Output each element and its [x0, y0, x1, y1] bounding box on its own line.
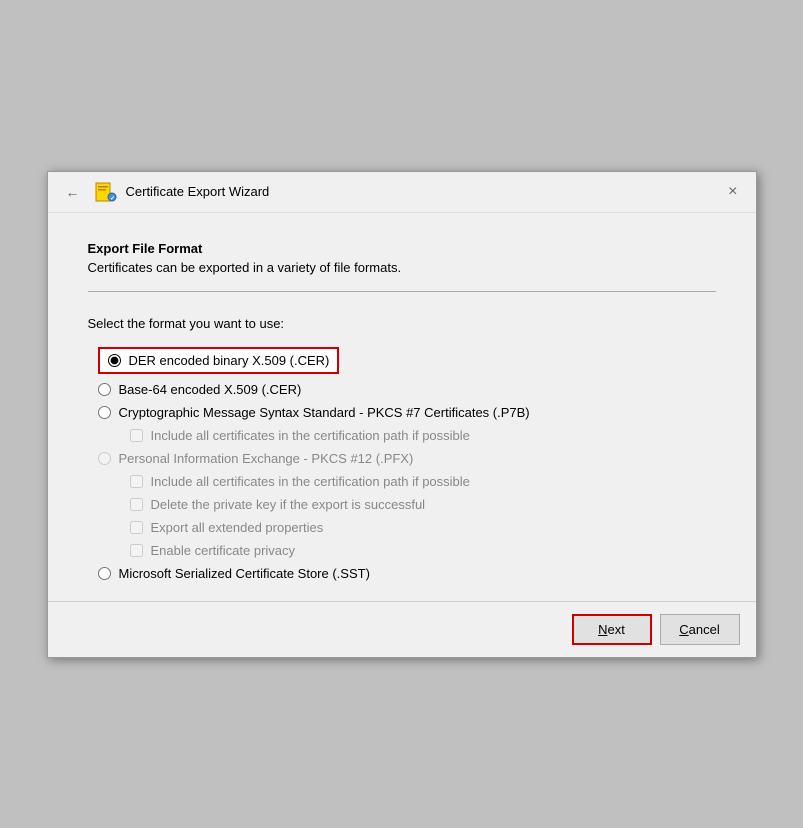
main-content: Export File Format Certificates can be e…: [48, 213, 756, 601]
label-pfx: Personal Information Exchange - PKCS #12…: [119, 451, 414, 466]
checkbox-pfx-delete-key: [130, 498, 143, 511]
title-bar-left: ← ✓ Certificate Export Wizard: [60, 180, 270, 204]
option-pfx-privacy: Enable certificate privacy: [98, 543, 716, 558]
checkbox-pfx-privacy: [130, 544, 143, 557]
checkbox-pfx-extended: [130, 521, 143, 534]
format-options: DER encoded binary X.509 (.CER) Base-64 …: [88, 347, 716, 581]
divider: [88, 291, 716, 292]
back-button[interactable]: ←: [60, 182, 86, 202]
section-header: Export File Format Certificates can be e…: [88, 241, 716, 275]
certificate-export-wizard: ← ✓ Certificate Export Wizard × Export F…: [47, 171, 757, 658]
label-pfx-privacy: Enable certificate privacy: [151, 543, 296, 558]
radio-pkcs7[interactable]: [98, 406, 111, 419]
window-title: Certificate Export Wizard: [126, 184, 270, 199]
next-button[interactable]: Next: [572, 614, 652, 645]
checkbox-pkcs7-include: [130, 429, 143, 442]
svg-text:✓: ✓: [110, 196, 115, 202]
next-label: Next: [598, 622, 625, 637]
footer: Next Cancel: [48, 601, 756, 657]
close-button[interactable]: ×: [722, 182, 743, 202]
label-sst: Microsoft Serialized Certificate Store (…: [119, 566, 370, 581]
label-pkcs7: Cryptographic Message Syntax Standard - …: [119, 405, 530, 420]
radio-sst[interactable]: [98, 567, 111, 580]
label-base64: Base-64 encoded X.509 (.CER): [119, 382, 302, 397]
label-pfx-include: Include all certificates in the certific…: [151, 474, 470, 489]
radio-pfx: [98, 452, 111, 465]
label-der: DER encoded binary X.509 (.CER): [129, 353, 330, 368]
cancel-label: Cancel: [679, 622, 719, 637]
checkbox-pfx-include: [130, 475, 143, 488]
label-pfx-delete-key: Delete the private key if the export is …: [151, 497, 426, 512]
option-der[interactable]: DER encoded binary X.509 (.CER): [98, 347, 340, 374]
section-title: Export File Format: [88, 241, 716, 256]
option-pfx: Personal Information Exchange - PKCS #12…: [98, 451, 716, 466]
option-sst[interactable]: Microsoft Serialized Certificate Store (…: [98, 566, 716, 581]
title-bar: ← ✓ Certificate Export Wizard ×: [48, 172, 756, 213]
option-base64[interactable]: Base-64 encoded X.509 (.CER): [98, 382, 716, 397]
label-pkcs7-include: Include all certificates in the certific…: [151, 428, 470, 443]
cancel-button[interactable]: Cancel: [660, 614, 740, 645]
option-pkcs7-include-certs: Include all certificates in the certific…: [98, 428, 716, 443]
radio-der[interactable]: [108, 354, 121, 367]
format-select-label: Select the format you want to use:: [88, 316, 716, 331]
option-pfx-delete-key: Delete the private key if the export is …: [98, 497, 716, 512]
option-pfx-include-certs: Include all certificates in the certific…: [98, 474, 716, 489]
cert-icon: ✓: [94, 180, 118, 204]
nav-area: ←: [60, 182, 86, 202]
section-description: Certificates can be exported in a variet…: [88, 260, 716, 275]
option-pkcs7[interactable]: Cryptographic Message Syntax Standard - …: [98, 405, 716, 420]
option-pfx-extended-props: Export all extended properties: [98, 520, 716, 535]
label-pfx-extended: Export all extended properties: [151, 520, 324, 535]
radio-base64[interactable]: [98, 383, 111, 396]
